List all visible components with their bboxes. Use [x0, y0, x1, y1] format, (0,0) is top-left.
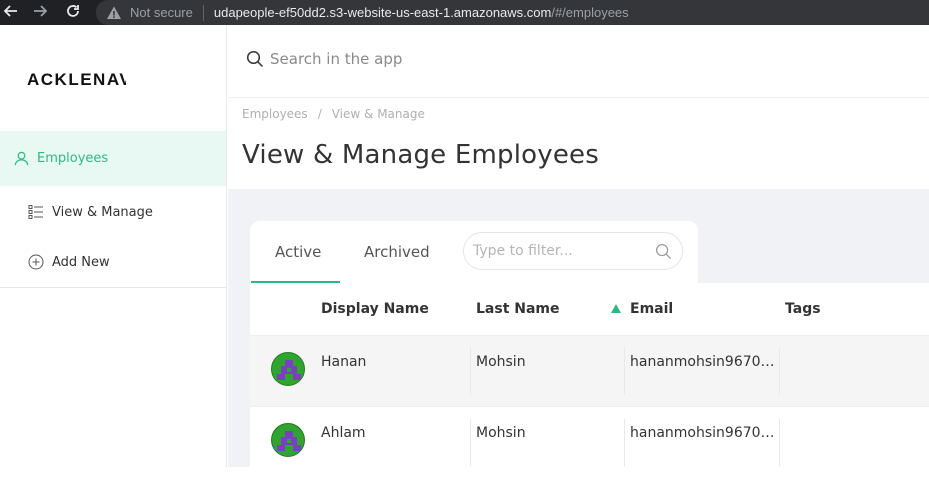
page-header: Employees / View & Manage View & Manage … — [228, 98, 929, 189]
cell-divider — [470, 348, 471, 395]
page-title: View & Manage Employees — [242, 140, 599, 170]
plus-circle-icon — [28, 254, 44, 270]
tab-archived[interactable]: Archived — [364, 243, 430, 261]
breadcrumb-item-employees[interactable]: Employees — [242, 107, 308, 121]
sidebar: ACKLENAV Employees View & Manage Add New — [0, 25, 227, 467]
url-host: udapeople-ef50dd2.s3-website-us-east-1.a… — [213, 5, 552, 20]
breadcrumb-separator: / — [317, 107, 322, 121]
sidebar-item-view-manage[interactable]: View & Manage — [28, 204, 153, 220]
top-header: Search in the app — [228, 25, 929, 98]
cell-divider — [624, 419, 625, 466]
breadcrumb-item-view-manage[interactable]: View & Manage — [332, 107, 425, 121]
search-icon[interactable] — [246, 50, 264, 68]
sidebar-item-label: View & Manage — [52, 204, 153, 220]
security-label: Not secure — [130, 5, 193, 20]
cell-display-name: Ahlam — [321, 425, 366, 441]
cell-divider — [779, 419, 780, 466]
url-path: /#/employees — [551, 5, 629, 20]
browser-toolbar: Not secure udapeople-ef50dd2.s3-website-… — [0, 0, 929, 25]
avatar — [271, 423, 305, 457]
user-icon — [14, 151, 29, 166]
column-header-last-name[interactable]: Last Name — [476, 301, 560, 317]
cell-email: hananmohsin96708… — [630, 354, 776, 370]
forward-arrow-icon[interactable] — [30, 1, 50, 21]
cell-divider — [624, 348, 625, 395]
column-header-tags[interactable]: Tags — [785, 301, 821, 317]
cell-divider — [779, 348, 780, 395]
list-icon — [28, 205, 43, 219]
back-arrow-icon[interactable] — [1, 1, 21, 21]
cell-display-name: Hanan — [321, 354, 367, 370]
url-divider — [202, 4, 204, 21]
column-header-email[interactable]: Email — [630, 301, 673, 317]
main-content: Active Archived Type to filter... Displa… — [228, 189, 929, 477]
breadcrumb: Employees / View & Manage — [242, 107, 425, 121]
tab-active[interactable]: Active — [275, 243, 321, 261]
sidebar-divider — [0, 287, 226, 288]
sidebar-item-label: Employees — [37, 151, 109, 166]
cell-last-name: Mohsin — [476, 425, 526, 441]
search-icon — [655, 243, 672, 260]
filter-input[interactable]: Type to filter... — [463, 232, 683, 270]
employees-table: Display Name Last Name Email Tags Hanan … — [250, 283, 929, 477]
tabs-card: Active Archived Type to filter... — [250, 221, 698, 283]
cell-last-name: Mohsin — [476, 354, 526, 370]
address-bar[interactable]: Not secure udapeople-ef50dd2.s3-website-… — [96, 0, 929, 25]
warning-icon — [107, 6, 121, 19]
cell-email: hananmohsin96708… — [630, 425, 776, 441]
avatar — [271, 352, 305, 386]
reload-icon[interactable] — [63, 1, 83, 21]
column-header-display-name[interactable]: Display Name — [321, 301, 429, 317]
table-row[interactable]: Hanan Mohsin hananmohsin96708… — [250, 335, 929, 406]
table-row[interactable]: Ahlam Mohsin hananmohsin96708… — [250, 406, 929, 477]
sidebar-item-employees[interactable]: Employees — [0, 131, 226, 186]
sort-ascending-icon[interactable] — [611, 304, 621, 313]
logo: ACKLENAV — [27, 70, 126, 89]
sidebar-item-add-new[interactable]: Add New — [28, 254, 110, 270]
cell-divider — [470, 419, 471, 466]
search-input[interactable]: Search in the app — [270, 50, 402, 68]
sidebar-item-label: Add New — [52, 254, 110, 270]
filter-placeholder: Type to filter... — [473, 243, 573, 259]
